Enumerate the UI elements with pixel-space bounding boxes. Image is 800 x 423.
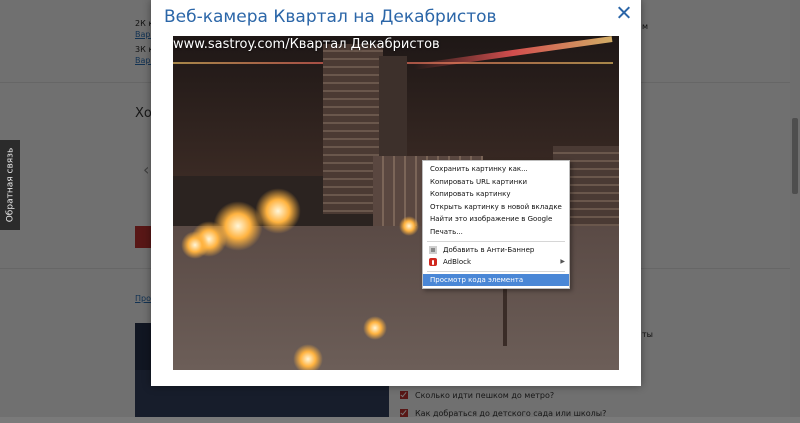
context-menu-item-label: AdBlock: [443, 258, 472, 267]
background-text: м: [642, 22, 649, 31]
check-icon: [400, 409, 408, 417]
carousel-prev-icon: ‹: [143, 160, 150, 179]
context-menu-item[interactable]: Найти это изображение в Google: [423, 213, 569, 226]
faq-question: Как добраться до детского сада или школы…: [415, 408, 607, 418]
page-scrollbar[interactable]: [790, 0, 800, 417]
close-icon[interactable]: [615, 4, 633, 22]
context-menu-item[interactable]: Просмотр кода элемента: [423, 273, 569, 287]
adblock-icon: [429, 258, 437, 267]
context-menu-item-label: Копировать URL картинки: [430, 177, 528, 186]
feedback-tab[interactable]: Обратная связь: [0, 140, 20, 230]
context-menu-item[interactable]: Добавить в Анти-Баннер: [423, 244, 569, 257]
context-menu-item-label: Найти это изображение в Google: [430, 215, 553, 224]
context-menu-item[interactable]: AdBlock ▶: [423, 256, 569, 269]
feedback-tab-label: Обратная связь: [5, 147, 16, 223]
faq-item[interactable]: Сколько идти пешком до метро?: [400, 387, 780, 403]
context-menu-item-label: Просмотр кода элемента: [430, 275, 524, 284]
anti-banner-icon: [429, 245, 437, 254]
context-menu-item[interactable]: Копировать URL картинки: [423, 176, 569, 189]
modal-title: Веб-камера Квартал на Декабристов: [164, 7, 497, 27]
context-menu-item-label: Открыть картинку в новой вкладке: [430, 202, 562, 211]
faq-list: Сколько идти пешком до метро? Как добрат…: [400, 387, 780, 423]
check-icon: [400, 391, 408, 399]
context-menu-item-label: Копировать картинку: [430, 190, 511, 199]
scrollbar-thumb[interactable]: [792, 118, 798, 194]
background-link[interactable]: Про: [135, 294, 151, 303]
menu-separator: [427, 270, 565, 272]
menu-separator: [427, 240, 565, 242]
context-menu-item-label: Печать...: [430, 227, 463, 236]
context-menu-item[interactable]: Сохранить картинку как...: [423, 163, 569, 176]
submenu-arrow-icon: ▶: [560, 258, 565, 266]
context-menu-item[interactable]: Копировать картинку: [423, 188, 569, 201]
faq-question: Сколько идти пешком до метро?: [415, 390, 555, 400]
context-menu-item[interactable]: Печать...: [423, 226, 569, 239]
context-menu: Сохранить картинку как... Копировать URL …: [422, 160, 570, 290]
context-menu-item-label: Сохранить картинку как...: [430, 165, 528, 173]
context-menu-item[interactable]: Открыть картинку в новой вкладке: [423, 201, 569, 214]
background-text: ты: [642, 330, 653, 339]
context-menu-item-label: Добавить в Анти-Баннер: [443, 245, 535, 254]
faq-item[interactable]: Как добраться до детского сада или школы…: [400, 405, 780, 421]
brand-badge: [135, 226, 151, 248]
webcam-watermark: www.sastroy.com/Квартал Декабристов: [173, 37, 440, 52]
